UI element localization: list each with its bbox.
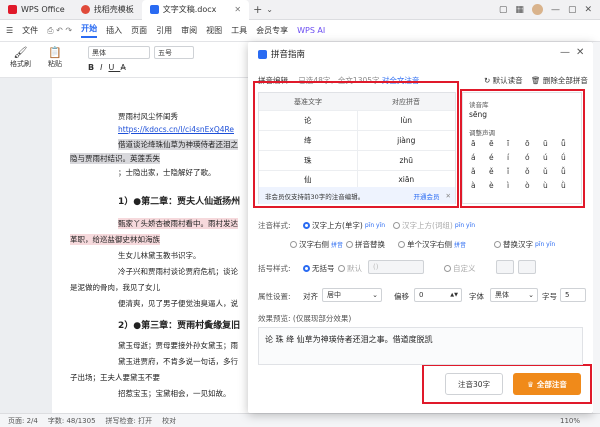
ribbon-tabs: ☰ 文件 ⎙ ↶ ↷ 开始 插入 页面 引用 审阅 视图 工具 会员专享 WPS… xyxy=(0,20,600,42)
annotate-all-button[interactable]: ♛ 全部注音 xyxy=(513,373,581,395)
close-icon[interactable]: ✕ xyxy=(234,5,241,14)
paste-button[interactable]: 📋 粘贴 xyxy=(48,46,62,69)
minimize-icon[interactable]: — xyxy=(551,5,560,15)
doc-line: 隐与贾雨村结识。英莲丢失 xyxy=(70,153,160,164)
template-icon xyxy=(80,5,90,14)
crown-icon: ♛ xyxy=(527,379,534,389)
clipboard-icon: 📋 xyxy=(48,46,62,59)
wps-logo-icon xyxy=(8,5,17,14)
doc-heading: 2）●第三章：贾雨村夤缘复旧 xyxy=(118,321,241,331)
close-window-icon[interactable]: ✕ xyxy=(584,5,592,15)
menu-insert[interactable]: 插入 xyxy=(106,25,122,36)
grid-icon[interactable]: ▦ xyxy=(515,5,524,15)
font-select[interactable]: 黑体 xyxy=(88,46,150,59)
menu-vip[interactable]: 会员专享 xyxy=(256,25,288,36)
menu-page[interactable]: 页面 xyxy=(131,25,147,36)
format-painter-button[interactable]: 🖌 格式刷 xyxy=(10,46,31,69)
title-bar: WPS Office 找稻壳模板 文字文稿.docx ✕ + ⌄ ▢ ▦ — ▢ … xyxy=(0,0,600,20)
menu-review[interactable]: 审阅 xyxy=(181,25,197,36)
spell-check[interactable]: 拼写检查: 打开 xyxy=(106,416,153,426)
tab-label: WPS Office xyxy=(21,5,65,14)
label: 注音30字 xyxy=(457,379,491,389)
doc-line: 黛玉进贾府，不肯多说一句话，多行 xyxy=(118,357,238,366)
doc-line: 甄家丫头娇杏被雨村看中。雨村发达 xyxy=(118,218,238,229)
word-count[interactable]: 字数: 48/1305 xyxy=(48,416,96,426)
tab-template[interactable]: 找稻壳模板 xyxy=(73,0,142,20)
window-controls: ▢ ▦ — ▢ ✕ xyxy=(499,4,600,15)
doc-heading: 1）●第二章：贾夫人仙逝扬州 xyxy=(118,197,241,207)
quick-access-icons[interactable]: ⎙ ↶ ↷ xyxy=(47,26,72,36)
doc-line: 是泥做的骨肉，我见了女儿 xyxy=(70,283,160,292)
dialog-bottom: 效果预览: (仅展现部分效果) 论 珠 绛 仙草为神瑛侍者还泪之事。借道度脱凯 … xyxy=(248,42,593,413)
menu-view[interactable]: 视图 xyxy=(206,25,222,36)
tab-document[interactable]: 文字文稿.docx ✕ xyxy=(141,0,250,20)
menu-wps-ai[interactable]: WPS AI xyxy=(297,26,325,35)
label: 格式刷 xyxy=(10,60,31,68)
maximize-icon[interactable]: ▢ xyxy=(568,5,577,15)
doc-line: 冷子兴和贾雨村谈论贾府危机；谈论 xyxy=(118,267,238,276)
doc-line: 生女儿林黛玉教书识字。 xyxy=(118,251,201,260)
preview-text: 论 珠 绛 仙草为神瑛侍者还泪之事。借道度脱凯 xyxy=(265,335,433,344)
doc-line: 招惹宝玉；宝黛相会，一见如故。 xyxy=(118,389,231,398)
tab-label: 找稻壳模板 xyxy=(93,5,134,14)
preview-box: 论 珠 绛 仙草为神瑛侍者还泪之事。借道度脱凯 xyxy=(258,327,583,365)
doc-line: 便清爽，见了男子便觉浊臭逼人，说 xyxy=(118,299,238,308)
page-count[interactable]: 页面: 2/4 xyxy=(8,416,38,426)
zoom-level[interactable]: 110% xyxy=(560,417,600,425)
doc-line: 子出场；王夫人要黛玉不要 xyxy=(70,373,160,382)
doc-line: 借道谈论绛珠仙草为神瑛侍者还泪之 xyxy=(118,139,238,150)
proofread[interactable]: 校对 xyxy=(162,416,176,426)
toolbar: 🖌 格式刷 📋 粘贴 黑体 五号 BIUA̶ xyxy=(0,42,250,78)
doc-line: 革职，给巡盐御史林如海族 xyxy=(70,234,160,245)
doc-line: 黛玉母逝；贾母要接外孙女黛玉；雨 xyxy=(118,341,238,350)
avatar[interactable] xyxy=(531,4,543,15)
status-bar: 页面: 2/4 字数: 48/1305 拼写检查: 打开 校对 110% xyxy=(0,413,600,427)
doc-link[interactable]: https://kdocs.cn/l/ci4snExQ4Re xyxy=(118,125,234,134)
tab-label: 文字文稿.docx xyxy=(162,5,217,14)
menu-tools[interactable]: 工具 xyxy=(231,25,247,36)
word-doc-icon xyxy=(149,5,159,14)
label: 全部注音 xyxy=(536,379,567,389)
layout-icon[interactable]: ▢ xyxy=(499,5,508,15)
format-buttons[interactable]: BIUA̶ xyxy=(88,63,132,72)
side-rail xyxy=(593,42,600,413)
hamburger-icon[interactable]: ☰ xyxy=(6,26,13,35)
tab-wps-office[interactable]: WPS Office xyxy=(0,0,73,20)
menu-reference[interactable]: 引用 xyxy=(156,25,172,36)
doc-line: ；士隐出家，士隐解好了歌。 xyxy=(118,168,216,177)
brush-icon: 🖌 xyxy=(13,46,28,59)
size-select[interactable]: 五号 xyxy=(154,46,194,59)
doc-line: 贾雨村风尘怀闺秀 xyxy=(118,112,178,121)
annotate-30-button[interactable]: 注音30字 xyxy=(445,373,503,395)
menu-file[interactable]: 文件 xyxy=(22,25,38,36)
preview-label: 效果预览: (仅展现部分效果) xyxy=(258,314,352,323)
label: 粘贴 xyxy=(48,60,62,68)
chevron-down-icon[interactable]: ⌄ xyxy=(266,5,273,14)
font-value: 黑体 xyxy=(92,48,106,57)
new-tab-icon[interactable]: + xyxy=(253,3,262,16)
size-value: 五号 xyxy=(158,48,172,57)
menu-home[interactable]: 开始 xyxy=(81,23,98,38)
